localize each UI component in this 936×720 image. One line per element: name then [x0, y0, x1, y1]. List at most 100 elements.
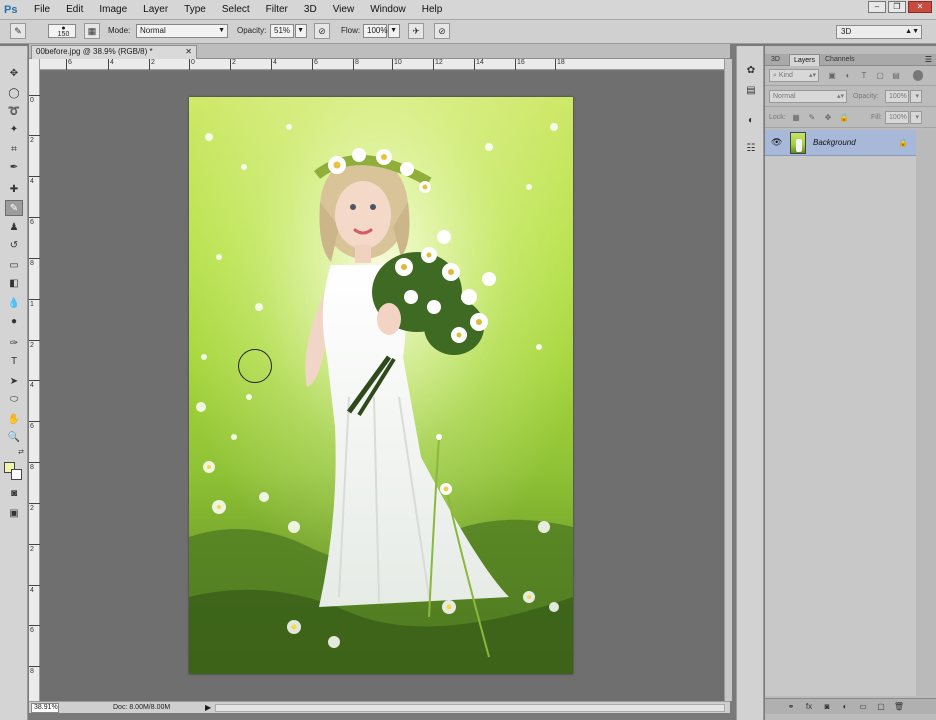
layer-name[interactable]: Background: [813, 137, 856, 148]
adjustments-icon[interactable]: ◐: [743, 114, 759, 128]
properties-icon[interactable]: ☷: [743, 142, 759, 156]
filter-pixel-icon[interactable]: ▣: [827, 70, 837, 81]
ellipse-tool-icon[interactable]: ⬭: [5, 392, 23, 408]
link-layers-icon[interactable]: ⚭: [785, 701, 797, 713]
flow-input[interactable]: 100%: [363, 24, 387, 38]
layer-opacity-toggle[interactable]: ▾: [910, 90, 922, 103]
pen-tool-icon[interactable]: ✑: [5, 336, 23, 352]
delete-layer-icon[interactable]: 🗑: [893, 701, 905, 713]
pressure-size-icon[interactable]: ⊘: [434, 23, 450, 39]
pressure-opacity-icon[interactable]: ⊘: [314, 23, 330, 39]
brush-panel-toggle-icon[interactable]: ▦: [84, 23, 100, 39]
horizontal-ruler: 6 4 2 0 2 4 6 8 10 12 14 16 18: [40, 59, 724, 70]
layers-scrollbar[interactable]: [916, 130, 936, 696]
clone-stamp-tool-icon[interactable]: ♟: [5, 220, 23, 236]
vertical-scrollbar[interactable]: [724, 59, 732, 701]
new-adjustment-layer-icon[interactable]: ◐: [839, 701, 851, 713]
quick-mask-icon[interactable]: ◙: [5, 486, 23, 502]
minimize-button[interactable]: –: [868, 1, 886, 13]
airbrush-icon[interactable]: ✈: [408, 23, 424, 39]
panel-menu-icon[interactable]: ☰: [925, 54, 932, 66]
layer-filter-select[interactable]: ⌕ Kind ▴▾: [769, 69, 819, 82]
restore-button[interactable]: ❐: [888, 1, 906, 13]
workspace-select[interactable]: 3D ▲▼: [836, 25, 922, 39]
brush-presets-icon[interactable]: ✿: [743, 64, 759, 78]
history-brush-tool-icon[interactable]: ↺: [5, 238, 23, 254]
eyedropper-tool-icon[interactable]: ✒: [5, 160, 23, 176]
lock-position-icon[interactable]: ✥: [823, 112, 833, 123]
close-tab-icon[interactable]: ✕: [185, 46, 192, 58]
layer-row-background[interactable]: 👁 Background 🔒: [765, 130, 916, 156]
horizontal-scrollbar[interactable]: [215, 704, 725, 712]
healing-brush-tool-icon[interactable]: ✚: [5, 182, 23, 198]
flow-slider-toggle[interactable]: ▼: [388, 24, 400, 38]
mode-select[interactable]: Normal ▼: [136, 24, 228, 38]
opacity-slider-toggle[interactable]: ▼: [295, 24, 307, 38]
filter-adjustment-icon[interactable]: ◐: [843, 70, 853, 81]
visibility-eye-icon[interactable]: 👁: [771, 137, 782, 148]
tab-3d[interactable]: 3D: [767, 54, 784, 66]
menu-edit[interactable]: Edit: [58, 0, 91, 20]
menu-layer[interactable]: Layer: [135, 0, 176, 20]
dodge-tool-icon[interactable]: ●: [5, 314, 23, 330]
menu-items: File Edit Image Layer Type Select Filter…: [26, 0, 450, 20]
close-window-button[interactable]: ✕: [908, 1, 932, 13]
crop-tool-icon[interactable]: ⌗: [5, 142, 23, 158]
lock-all-icon[interactable]: 🔒: [839, 112, 849, 123]
marquee-tool-icon[interactable]: ◯: [5, 86, 23, 102]
layer-lock-icon[interactable]: 🔒: [898, 137, 908, 148]
lasso-tool-icon[interactable]: ➰: [5, 104, 23, 120]
move-tool-icon[interactable]: ✥: [5, 66, 23, 82]
hand-tool-icon[interactable]: ✋: [5, 412, 23, 428]
girl-photo: [189, 97, 573, 674]
brush-tool-icon[interactable]: ✎: [5, 200, 23, 216]
fill-toggle[interactable]: ▾: [910, 111, 922, 124]
add-mask-icon[interactable]: ◙: [821, 701, 833, 713]
tab-layers[interactable]: Layers: [789, 54, 821, 66]
background-color-swatch[interactable]: [11, 469, 22, 480]
menu-3d[interactable]: 3D: [296, 0, 325, 20]
layer-style-icon[interactable]: fx: [803, 701, 815, 713]
path-selection-tool-icon[interactable]: ➤: [5, 374, 23, 390]
blur-tool-icon[interactable]: 💧: [5, 296, 23, 312]
menu-select[interactable]: Select: [214, 0, 258, 20]
screen-mode-icon[interactable]: ▣: [5, 506, 23, 522]
new-group-icon[interactable]: ▭: [857, 701, 869, 713]
layers-list-area: [765, 156, 916, 696]
zoom-tool-icon[interactable]: 🔍: [5, 430, 23, 446]
zoom-level-field[interactable]: 38.91%: [31, 703, 59, 713]
filter-type-icon[interactable]: T: [859, 70, 869, 81]
menu-window[interactable]: Window: [362, 0, 414, 20]
filter-toggle-icon[interactable]: [913, 70, 923, 81]
filter-shape-icon[interactable]: ▢: [875, 70, 885, 81]
blend-mode-select[interactable]: Normal ▴▾: [769, 90, 847, 103]
lock-pixels-icon[interactable]: ✎: [807, 112, 817, 123]
tab-channels[interactable]: Channels: [821, 54, 859, 66]
menu-type[interactable]: Type: [176, 0, 214, 20]
fill-input[interactable]: 100%: [885, 111, 909, 124]
eraser-tool-icon[interactable]: ▭: [5, 258, 23, 274]
filter-smart-object-icon[interactable]: ▤: [891, 70, 901, 81]
layer-opacity-input[interactable]: 100%: [885, 90, 909, 103]
swap-colors-icon[interactable]: ⇄: [16, 448, 26, 458]
menu-image[interactable]: Image: [91, 0, 135, 20]
document-image[interactable]: [189, 97, 573, 674]
document-tab[interactable]: 00before.jpg @ 38.9% (RGB/8) * ✕: [31, 45, 197, 59]
lock-transparency-icon[interactable]: ▦: [791, 112, 801, 123]
brush-size-picker[interactable]: ● 150: [48, 24, 76, 38]
window-controls: – ❐ ✕: [868, 1, 932, 13]
opacity-input[interactable]: 51%: [270, 24, 294, 38]
opacity-panel-label: Opacity:: [853, 93, 879, 100]
gradient-tool-icon[interactable]: ◧: [5, 276, 23, 292]
brush-tool-preset-icon[interactable]: ✎: [10, 23, 26, 39]
menu-file[interactable]: File: [26, 0, 58, 20]
menu-view[interactable]: View: [325, 0, 363, 20]
menu-filter[interactable]: Filter: [258, 0, 296, 20]
document-size-info: Doc: 8.00M/8.00M: [113, 704, 171, 711]
new-layer-icon[interactable]: ▢: [875, 701, 887, 713]
type-tool-icon[interactable]: T: [5, 354, 23, 370]
status-menu-arrow-icon[interactable]: ▶: [205, 702, 211, 713]
brush-panel-icon[interactable]: ▤: [743, 84, 759, 98]
menu-help[interactable]: Help: [414, 0, 451, 20]
quick-selection-tool-icon[interactable]: ✦: [5, 122, 23, 138]
